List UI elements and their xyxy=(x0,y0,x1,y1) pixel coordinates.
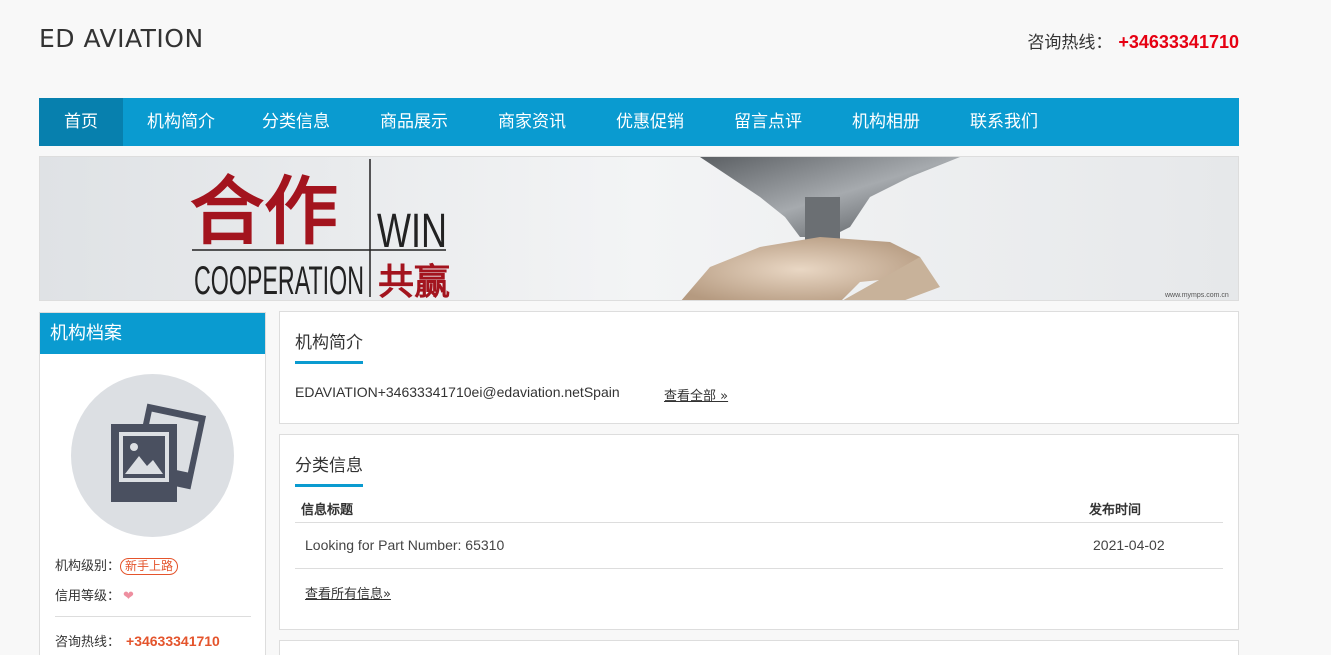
nav-item-reviews[interactable]: 留言点评 xyxy=(709,98,827,146)
intro-text: EDAVIATION+34633341710ei@edaviation.netS… xyxy=(295,384,620,400)
photo-placeholder-icon xyxy=(111,403,207,502)
level-label: 机构级别： xyxy=(55,559,121,574)
nav-item-about[interactable]: 机构简介 xyxy=(123,98,237,146)
classified-title: 分类信息 xyxy=(295,451,363,487)
classified-panel: 分类信息 信息标题 发布时间 Looking for Part Number: … xyxy=(279,434,1239,630)
sidebar-hotline-row: 咨询热线： +34633341710 xyxy=(55,631,220,650)
column-header-title: 信息标题 xyxy=(301,503,354,518)
avatar xyxy=(71,374,234,537)
nav-item-classified[interactable]: 分类信息 xyxy=(237,98,355,146)
sidebar-profile: 机构档案 机构级别： 新手上路 信用等级： ❤ 咨询热线： +34633341710 xyxy=(39,312,266,655)
nav-item-promotions[interactable]: 优惠促销 xyxy=(591,98,709,146)
sidebar-divider xyxy=(55,616,251,617)
sidebar-hotline-label: 咨询热线： xyxy=(55,635,121,650)
banner-win: WIN xyxy=(377,205,447,258)
banner: 合作 WIN COOPERATION 共赢 www.mymps.com.cn xyxy=(39,156,1239,301)
table-row[interactable]: Looking for Part Number: 65310 2021-04-0… xyxy=(295,524,1223,569)
banner-watermark: www.mymps.com.cn xyxy=(1164,292,1229,299)
next-panel xyxy=(279,640,1239,655)
credit-row: 信用等级： ❤ xyxy=(55,585,134,604)
site-name: ED AVIATION xyxy=(39,24,204,53)
row-title[interactable]: Looking for Part Number: 65310 xyxy=(305,537,504,553)
nav-item-album[interactable]: 机构相册 xyxy=(827,98,945,146)
intro-panel: 机构简介 EDAVIATION+34633341710ei@edaviation… xyxy=(279,311,1239,424)
level-badge: 新手上路 xyxy=(120,558,179,575)
nav-item-news[interactable]: 商家资讯 xyxy=(473,98,591,146)
banner-image: 合作 WIN COOPERATION 共赢 www.mymps.com.cn xyxy=(40,157,1238,301)
heart-icon: ❤ xyxy=(123,589,134,604)
column-header-date: 发布时间 xyxy=(1089,503,1142,518)
sidebar-title: 机构档案 xyxy=(40,313,265,354)
main-nav: 首页 机构简介 分类信息 商品展示 商家资讯 优惠促销 留言点评 机构相册 联系… xyxy=(39,98,1239,146)
level-row: 机构级别： 新手上路 xyxy=(55,555,179,575)
intro-title: 机构简介 xyxy=(295,328,363,364)
table-header: 信息标题 发布时间 xyxy=(295,495,1223,523)
hotline-number[interactable]: +34633341710 xyxy=(1118,32,1239,52)
nav-item-products[interactable]: 商品展示 xyxy=(355,98,473,146)
hotline-label: 咨询热线： xyxy=(1027,33,1113,53)
view-all-link[interactable]: 查看全部 » xyxy=(664,385,728,404)
sidebar-hotline-number[interactable]: +34633341710 xyxy=(126,633,220,649)
row-date: 2021-04-02 xyxy=(1093,537,1165,553)
banner-cooperation: COOPERATION xyxy=(194,259,364,301)
header-hotline: 咨询热线： +34633341710 xyxy=(1027,28,1239,53)
view-all-info-link[interactable]: 查看所有信息» xyxy=(305,583,391,602)
banner-chinese-top: 合作 xyxy=(190,169,338,255)
nav-item-contact[interactable]: 联系我们 xyxy=(945,98,1063,146)
nav-item-home[interactable]: 首页 xyxy=(39,98,123,146)
credit-label: 信用等级： xyxy=(55,589,121,604)
banner-chinese-bottom: 共赢 xyxy=(378,261,450,301)
